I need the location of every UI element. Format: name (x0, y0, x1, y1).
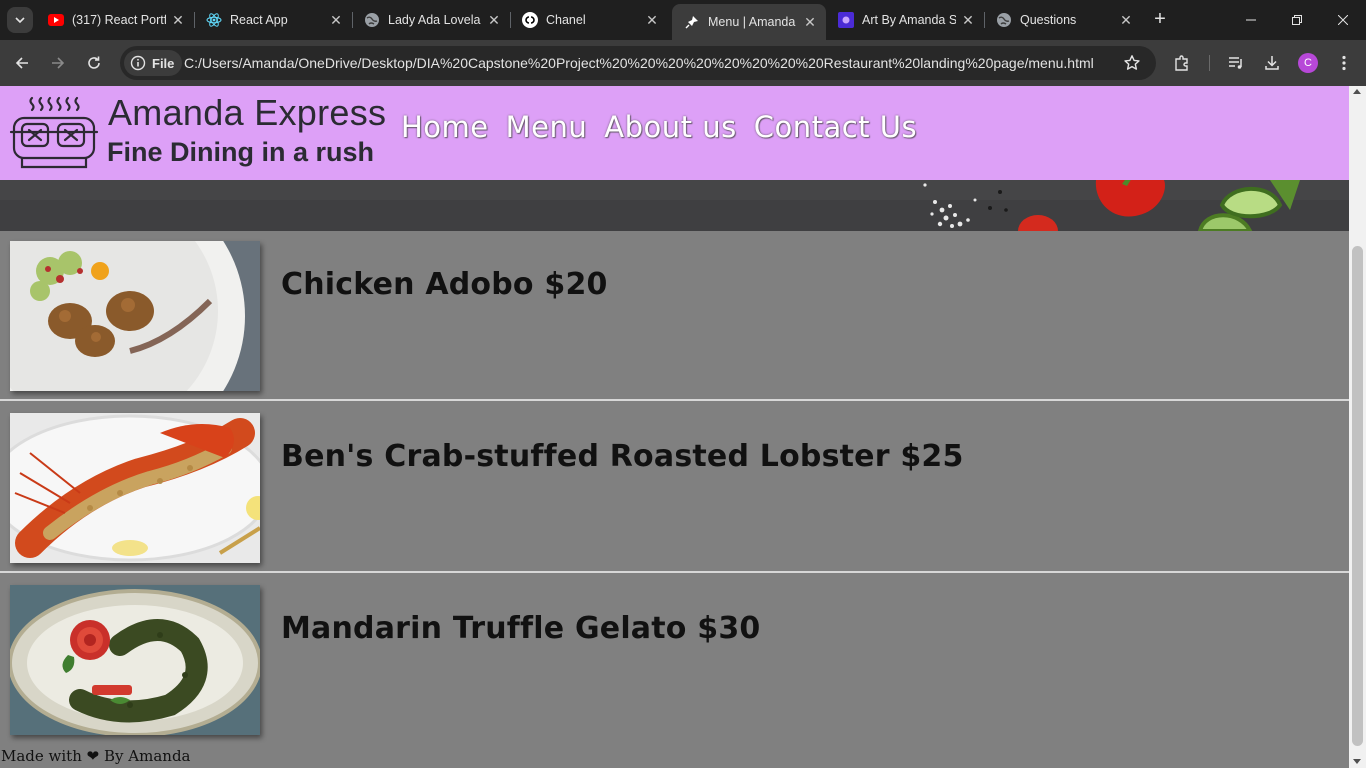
close-icon[interactable]: ✕ (1118, 12, 1134, 28)
tab-title: Lady Ada Lovela (388, 13, 481, 27)
close-icon[interactable]: ✕ (170, 12, 186, 28)
scroll-up-arrow-icon[interactable] (1353, 89, 1361, 94)
heart-icon: ❤ (86, 747, 100, 765)
youtube-icon (48, 12, 64, 28)
close-icon[interactable]: ✕ (486, 12, 502, 28)
tab-questions[interactable]: Questions ✕ (984, 4, 1142, 36)
chevron-down-icon (15, 17, 25, 24)
forward-button[interactable] (44, 49, 72, 77)
menu-item: Chicken Adobo $20 (0, 231, 1349, 401)
tab-lady-ada[interactable]: Lady Ada Lovela ✕ (352, 4, 511, 36)
profile-avatar[interactable]: C (1298, 53, 1318, 73)
site-info-chip[interactable]: File (124, 50, 183, 76)
pin-icon (684, 14, 700, 30)
menu-item: Ben's Crab-stuffed Roasted Lobster $25 (0, 403, 1349, 573)
nav-link-contact-us[interactable]: Contact Us (754, 110, 917, 144)
tab-title: Menu | Amanda (708, 15, 796, 29)
media-controls-button[interactable] (1222, 49, 1250, 77)
bookmark-button[interactable] (1118, 49, 1146, 77)
footer-text-after: By Amanda (104, 747, 191, 765)
nav-link-menu[interactable]: Menu (506, 110, 588, 144)
menu-item: Mandarin Truffle Gelato $30 (0, 575, 1349, 745)
main-nav: Home Menu About us Contact Us (401, 110, 917, 144)
fried-chicken-plate-image[interactable] (10, 241, 260, 391)
close-icon (1338, 15, 1348, 25)
scroll-down-arrow-icon[interactable] (1353, 759, 1361, 764)
restore-button[interactable] (1274, 0, 1320, 40)
extensions-button[interactable] (1168, 49, 1196, 77)
tab-title: Questions (1020, 13, 1077, 27)
page-scrollbar[interactable] (1349, 86, 1366, 768)
browser-menu-button[interactable] (1330, 49, 1358, 77)
brand-tagline: Fine Dining in a rush (107, 137, 375, 167)
arrow-right-icon (52, 57, 65, 69)
reload-icon (88, 56, 100, 69)
star-icon (1124, 55, 1140, 70)
page-footer: Made with ❤ By Amanda (1, 747, 191, 765)
new-tab-button[interactable]: + (1148, 8, 1172, 32)
download-icon (1265, 56, 1279, 70)
close-icon[interactable]: ✕ (644, 12, 660, 28)
footer-text-before: Made with (1, 747, 82, 765)
page-viewport: Amanda Express Fine Dining in a rush Hom… (0, 86, 1366, 768)
nav-link-about-us[interactable]: About us (604, 110, 736, 144)
downloads-button[interactable] (1258, 49, 1286, 77)
restore-icon (1292, 15, 1302, 25)
puzzle-icon (1175, 55, 1188, 71)
steaming-dish-logo-icon[interactable] (8, 96, 100, 172)
toolbar-divider (1209, 55, 1210, 71)
tab-chanel[interactable]: Chanel ✕ (510, 4, 668, 36)
dish-name: Chicken Adobo $20 (281, 267, 608, 302)
scroll-thumb[interactable] (1352, 246, 1363, 746)
globe-icon (996, 12, 1012, 28)
tab-menu-amanda[interactable]: Menu | Amanda ✕ (672, 4, 826, 40)
tab-title: Art By Amanda S (862, 13, 956, 27)
reload-button[interactable] (80, 49, 108, 77)
back-button[interactable] (8, 49, 36, 77)
browser-toolbar: File C:/Users/Amanda/OneDrive/Desktop/DI… (0, 40, 1366, 86)
minimize-button[interactable] (1228, 0, 1274, 40)
tomato-rose-plate-image[interactable] (10, 585, 260, 735)
hero-banner-image (0, 180, 1349, 231)
tab-youtube[interactable]: (317) React Portf ✕ (36, 4, 195, 36)
globe-icon (364, 12, 380, 28)
window-close-button[interactable] (1320, 0, 1366, 40)
tab-search-button[interactable] (7, 7, 33, 33)
dish-name: Mandarin Truffle Gelato $30 (281, 611, 761, 646)
url-text[interactable]: C:/Users/Amanda/OneDrive/Desktop/DIA%20C… (184, 46, 1094, 80)
info-icon (130, 55, 146, 71)
arrow-left-icon (15, 57, 28, 69)
minimize-icon (1246, 19, 1256, 21)
address-bar[interactable]: File C:/Users/Amanda/OneDrive/Desktop/DI… (120, 46, 1156, 80)
plus-icon: + (1154, 8, 1166, 30)
playlist-icon (1229, 57, 1242, 69)
tab-title: Chanel (546, 13, 586, 27)
tab-art-by-amanda[interactable]: Art By Amanda S ✕ (826, 4, 985, 36)
more-vertical-icon (1342, 55, 1346, 71)
nav-link-home[interactable]: Home (401, 110, 489, 144)
dish-name: Ben's Crab-stuffed Roasted Lobster $25 (281, 439, 964, 474)
brand-name: Amanda Express (108, 92, 387, 133)
close-icon[interactable]: ✕ (960, 12, 976, 28)
roasted-lobster-plate-image[interactable] (10, 413, 260, 563)
close-icon[interactable]: ✕ (328, 12, 344, 28)
art-icon (838, 12, 854, 28)
tab-strip: (317) React Portf ✕ React App ✕ Lady Ada… (0, 0, 1366, 40)
tab-react-app[interactable]: React App ✕ (194, 4, 353, 36)
close-icon[interactable]: ✕ (802, 14, 818, 30)
tab-title: React App (230, 13, 288, 27)
chanel-icon (522, 12, 538, 28)
tab-title: (317) React Portf (72, 13, 166, 27)
site-header: Amanda Express Fine Dining in a rush Hom… (0, 86, 1349, 180)
site-chip-label: File (152, 55, 175, 71)
react-icon (206, 12, 222, 28)
